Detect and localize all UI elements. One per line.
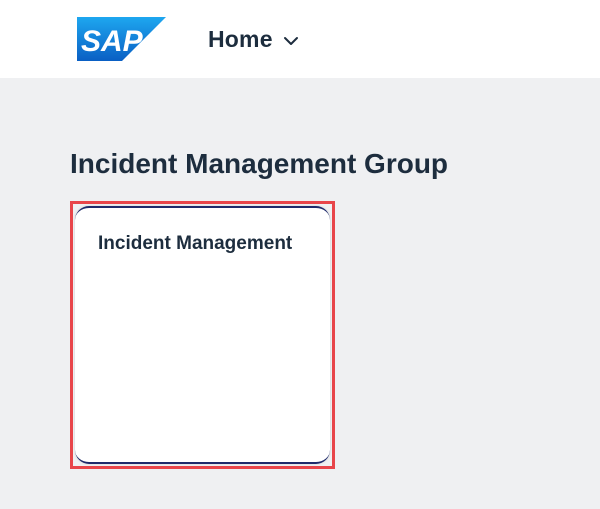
tile-highlight-frame: Incident Management <box>70 201 335 469</box>
home-nav-label: Home <box>208 25 273 52</box>
incident-management-tile[interactable]: Incident Management <box>75 206 330 464</box>
group-title: Incident Management Group <box>70 148 449 179</box>
shell-header: SAP Home <box>0 0 600 78</box>
sap-logo-icon: SAP <box>77 17 166 61</box>
home-nav-menu[interactable]: Home <box>208 22 299 56</box>
tile-title: Incident Management <box>98 233 293 254</box>
chevron-down-icon <box>283 36 298 45</box>
sap-logo[interactable]: SAP <box>77 17 166 61</box>
launchpad-content: Incident Management Group Incident Manag… <box>0 78 600 509</box>
svg-text:SAP: SAP <box>81 25 144 58</box>
